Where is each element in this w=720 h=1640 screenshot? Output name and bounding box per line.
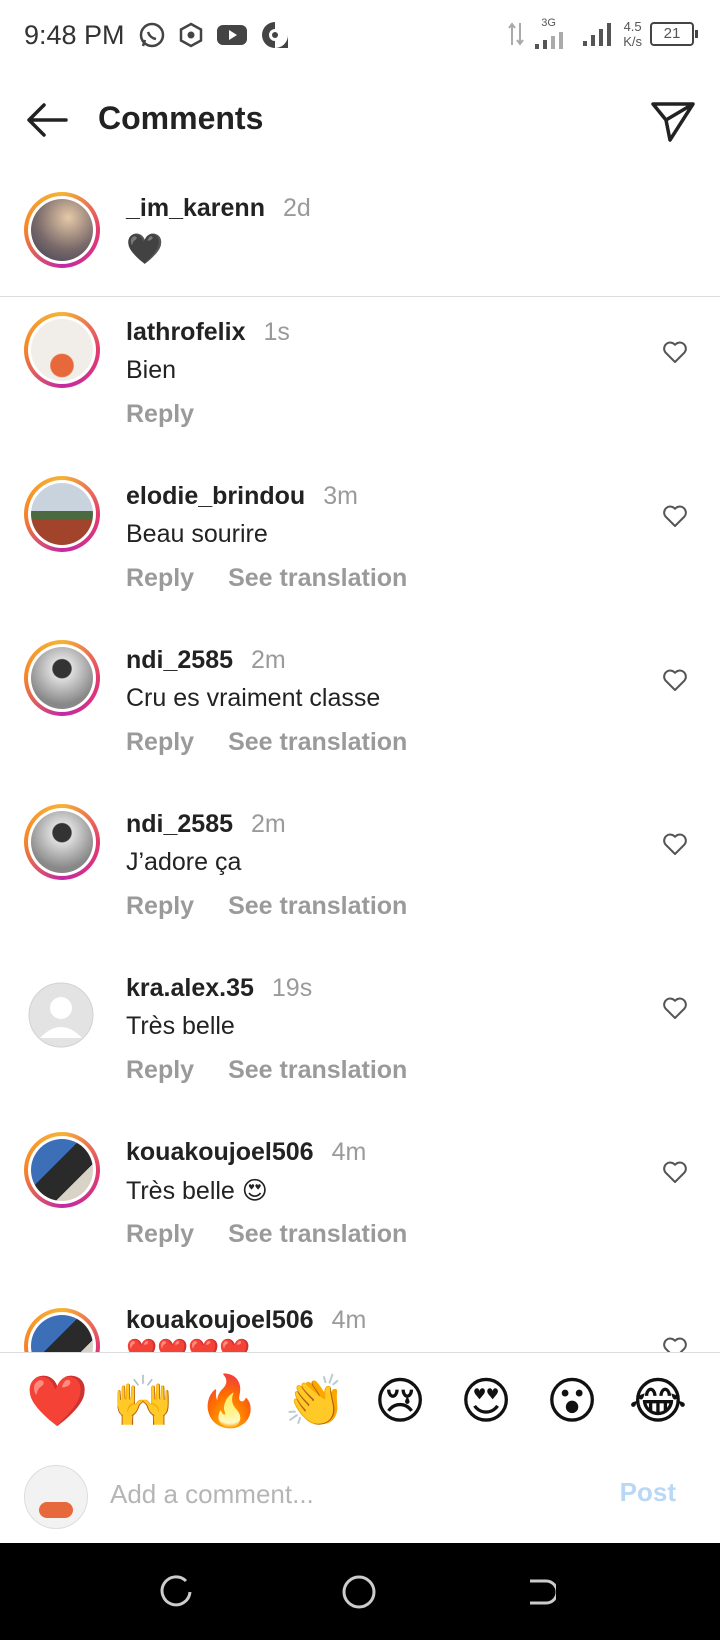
emoji-reaction-bar: ❤️ 🙌 🔥 👏 😢 😍 😮 😂 xyxy=(0,1352,720,1450)
emoji-clapping-hands[interactable]: 👏 xyxy=(284,1373,346,1429)
avatar[interactable] xyxy=(24,1132,100,1208)
comment-username[interactable]: kouakoujoel506 4m xyxy=(126,1306,366,1335)
reply-button[interactable]: Reply xyxy=(126,564,194,593)
avatar[interactable] xyxy=(24,804,100,880)
comment-username[interactable]: kouakoujoel506 4m xyxy=(126,1138,366,1167)
like-heart-icon[interactable] xyxy=(662,1336,688,1352)
send-icon[interactable] xyxy=(650,98,696,144)
default-avatar-icon[interactable] xyxy=(28,982,94,1048)
comment-text: ❤️❤️❤️❤️ xyxy=(126,1338,251,1352)
comment-actions: Reply See translation xyxy=(126,1220,407,1249)
emoji-raising-hands[interactable]: 🙌 xyxy=(112,1373,174,1429)
battery-icon: 21 xyxy=(650,22,698,46)
reply-button[interactable]: Reply xyxy=(126,400,194,429)
avatar[interactable] xyxy=(24,312,100,388)
emoji-red-heart[interactable]: ❤️ xyxy=(26,1373,88,1429)
see-translation-button[interactable]: See translation xyxy=(228,892,407,921)
home-circle-icon[interactable] xyxy=(340,1573,378,1611)
post-button[interactable]: Post xyxy=(620,1477,676,1508)
comment-input[interactable]: Add a comment... xyxy=(110,1479,314,1510)
avatar[interactable] xyxy=(24,1308,100,1352)
status-time: 9:48 PM xyxy=(24,20,125,50)
reply-button[interactable]: Reply xyxy=(126,728,194,757)
reply-button[interactable]: Reply xyxy=(126,1056,194,1085)
back-nav-icon[interactable] xyxy=(522,1575,556,1609)
like-heart-icon[interactable] xyxy=(662,1160,688,1184)
comment-username[interactable]: elodie_brindou 3m xyxy=(126,482,358,511)
see-translation-button[interactable]: See translation xyxy=(228,564,407,593)
whatsapp-icon xyxy=(139,22,165,48)
system-nav-bar xyxy=(0,1543,720,1640)
back-arrow-icon[interactable] xyxy=(24,98,70,142)
comment-composer: Add a comment... Post xyxy=(0,1449,720,1543)
comment-text: Cru es vraiment classe xyxy=(126,684,381,712)
emoji-heart-eyes[interactable]: 😍 xyxy=(456,1373,516,1429)
emoji-fire[interactable]: 🔥 xyxy=(198,1373,260,1429)
comment-text: Très belle xyxy=(126,1012,235,1040)
comment-item: elodie_brindou 3m Beau sourire Reply See … xyxy=(0,476,720,636)
emoji-surprised-face[interactable]: 😮 xyxy=(542,1373,602,1429)
comment-item: ndi_2585 2m Cru es vraiment classe Reply … xyxy=(0,640,720,800)
avatar[interactable] xyxy=(24,192,100,268)
comment-item: ndi_2585 2m J’adore ça Reply See translat… xyxy=(0,804,720,964)
comment-actions: Reply See translation xyxy=(126,728,407,757)
like-heart-icon[interactable] xyxy=(662,996,688,1020)
recent-apps-icon[interactable] xyxy=(160,1575,194,1609)
see-translation-button[interactable]: See translation xyxy=(228,1056,407,1085)
like-heart-icon[interactable] xyxy=(662,340,688,364)
comment-username[interactable]: ndi_2585 2m xyxy=(126,810,286,839)
youtube-icon xyxy=(217,25,247,45)
data-transfer-icon xyxy=(508,22,525,46)
avatar[interactable] xyxy=(24,476,100,552)
reply-button[interactable]: Reply xyxy=(126,892,194,921)
comment-text: Très belle 😍 xyxy=(126,1177,268,1205)
camera-app-icon xyxy=(262,22,288,48)
comments-header: Comments xyxy=(0,72,720,168)
like-heart-icon[interactable] xyxy=(662,668,688,692)
comment-text: Bien xyxy=(126,356,177,384)
avatar xyxy=(24,1465,88,1529)
comment-text: J’adore ça xyxy=(126,848,242,876)
caption-username[interactable]: _im_karenn 2d xyxy=(126,194,311,223)
signal-bars-icon xyxy=(583,23,612,46)
comment-item: kouakoujoel506 4m ❤️❤️❤️❤️ xyxy=(0,1296,720,1352)
comment-actions: Reply See translation xyxy=(126,1056,407,1085)
status-system-icons: 3G 4.5 K/s 21 xyxy=(507,16,698,52)
comment-actions: Reply See translation xyxy=(126,564,407,593)
status-bar: 9:48 PM 3G 4.5 K/s 21 xyxy=(0,0,720,72)
comment-item: kouakoujoel506 4m Très belle 😍 Reply See … xyxy=(0,1132,720,1292)
comment-username[interactable]: lathrofelix 1s xyxy=(126,318,290,347)
emoji-crying-face[interactable]: 😢 xyxy=(370,1373,430,1429)
avatar[interactable] xyxy=(24,640,100,716)
network-speed: 4.5 K/s xyxy=(623,19,642,49)
caption-text: 🖤 xyxy=(126,233,164,266)
see-translation-button[interactable]: See translation xyxy=(228,1220,407,1249)
like-heart-icon[interactable] xyxy=(662,832,688,856)
emoji-tears-of-joy[interactable]: 😂 xyxy=(628,1373,688,1429)
comment-actions: Reply xyxy=(126,400,194,429)
comment-item: kra.alex.35 19s Très belle Reply See tran… xyxy=(0,968,720,1128)
like-heart-icon[interactable] xyxy=(662,504,688,528)
see-translation-button[interactable]: See translation xyxy=(228,728,407,757)
comment-username[interactable]: kra.alex.35 19s xyxy=(126,974,312,1003)
comment-actions: Reply See translation xyxy=(126,892,407,921)
comment-item: lathrofelix 1s Bien Reply xyxy=(0,312,720,472)
status-notification-icons xyxy=(138,20,290,50)
hexagon-app-icon xyxy=(179,22,203,48)
signal-3g-icon: 3G xyxy=(533,16,573,52)
page-title: Comments xyxy=(98,100,264,136)
comment-username[interactable]: ndi_2585 2m xyxy=(126,646,286,675)
comment-text: Beau sourire xyxy=(126,520,268,548)
reply-button[interactable]: Reply xyxy=(126,1220,194,1249)
post-caption: _im_karenn 2d 🖤 xyxy=(0,180,720,297)
